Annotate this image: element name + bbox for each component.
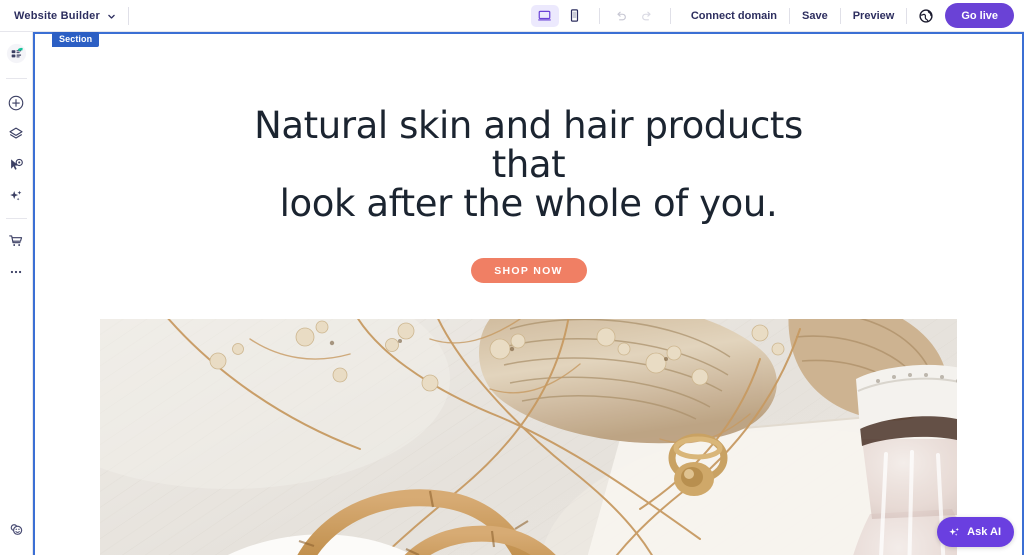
toolbar-divider [598, 7, 600, 24]
apps-cursor-icon [7, 156, 25, 174]
sidebar-item-ai-tools[interactable] [0, 180, 33, 211]
sidebar-item-pages[interactable] [0, 38, 33, 69]
sidebar-item-more[interactable] [0, 256, 33, 287]
connect-domain-button[interactable]: Connect domain [679, 10, 789, 22]
language-button[interactable] [911, 4, 941, 28]
hero-heading-line-2: look after the whole of you. [279, 182, 778, 226]
save-button[interactable]: Save [790, 10, 840, 22]
sidebar-item-feedback[interactable] [0, 514, 33, 545]
preview-button[interactable]: Preview [841, 10, 907, 22]
ask-ai-label: Ask AI [967, 526, 1001, 538]
hero-image[interactable] [100, 319, 957, 555]
sparkle-icon [947, 525, 962, 540]
page-title[interactable]: Natural skin and hair products that look… [249, 106, 809, 224]
sidebar-item-apps[interactable] [0, 149, 33, 180]
mobile-view-button[interactable] [561, 5, 589, 27]
sidebar-divider [5, 218, 27, 219]
undo-icon [614, 9, 628, 23]
brand-label: Website Builder [14, 9, 100, 22]
redo-icon [640, 9, 654, 23]
mobile-icon [567, 8, 582, 23]
sidebar-item-add[interactable] [0, 87, 33, 118]
desktop-view-button[interactable] [530, 4, 559, 27]
go-live-button[interactable]: Go live [945, 3, 1014, 28]
ellipsis-icon [7, 263, 25, 281]
smiley-feedback-icon [7, 520, 26, 539]
globe-icon [918, 8, 934, 24]
hero-heading-line-1: Natural skin and hair products that [254, 104, 803, 187]
left-sidebar [0, 32, 33, 555]
brand-menu[interactable]: Website Builder [14, 10, 116, 22]
sidebar-divider [5, 78, 27, 79]
toolbar-right-group: Connect domain Save Preview Go live [530, 3, 1024, 28]
layers-icon [7, 125, 25, 143]
redo-button[interactable] [634, 5, 660, 27]
toolbar-divider [127, 6, 129, 25]
toolbar-divider [906, 7, 908, 24]
sidebar-item-store[interactable] [0, 225, 33, 256]
plus-circle-icon [7, 94, 25, 112]
pages-icon [6, 43, 27, 64]
undo-button[interactable] [608, 5, 634, 27]
toolbar-left-group: Website Builder [0, 6, 141, 25]
editor-canvas[interactable]: Natural skin and hair products that look… [33, 32, 1024, 555]
desktop-icon [537, 8, 552, 23]
top-toolbar: Website Builder Connect domain Save Prev… [0, 0, 1024, 32]
sidebar-item-layers[interactable] [0, 118, 33, 149]
sparkle-icon [7, 187, 25, 205]
hero-section[interactable]: Natural skin and hair products that look… [35, 34, 1022, 555]
chevron-down-icon [107, 12, 116, 21]
toolbar-divider [669, 7, 671, 24]
ask-ai-button[interactable]: Ask AI [937, 517, 1014, 547]
shopping-cart-icon [7, 232, 25, 250]
shop-now-button[interactable]: SHOP NOW [470, 257, 587, 284]
section-selection-label[interactable]: Section [52, 32, 100, 47]
hero-image-graphic [100, 319, 957, 555]
